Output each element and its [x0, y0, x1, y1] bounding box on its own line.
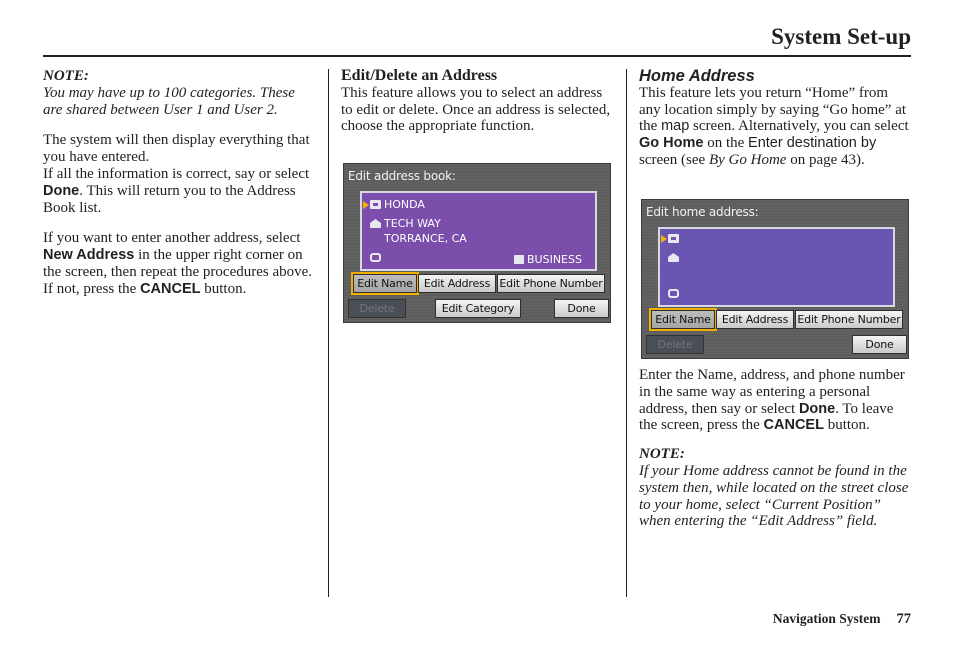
house-icon: [668, 253, 679, 262]
phone-row[interactable]: [370, 253, 384, 262]
edit-home-address-screen: Edit home address: Edit Name Edit Addres…: [641, 199, 909, 359]
done-button[interactable]: Done: [852, 335, 907, 354]
left-column: NOTE: You may have up to 100 categories.…: [43, 68, 315, 298]
name-card-icon: [370, 200, 381, 209]
map-term: map: [661, 118, 690, 135]
cancel-term: CANCEL: [763, 417, 824, 434]
middle-column: Edit/Delete an Address This feature allo…: [341, 67, 613, 135]
right-column: Home Address This feature lets you retur…: [639, 68, 911, 169]
edit-phone-number-button[interactable]: Edit Phone Number: [497, 274, 605, 293]
edit-address-button[interactable]: Edit Address: [418, 274, 496, 293]
paragraph: This feature allows you to select an add…: [341, 84, 611, 135]
note-title: NOTE:: [639, 446, 685, 463]
name-row[interactable]: [661, 234, 682, 243]
category-icon: [514, 255, 524, 264]
paragraph: If all the information is correct, say o…: [43, 165, 310, 216]
note-text: You may have up to 100 categories. These…: [43, 84, 295, 118]
screen-title: Edit home address:: [646, 205, 759, 219]
right-column-lower: Enter the Name, address, and phone numbe…: [639, 367, 911, 530]
edit-phone-number-button[interactable]: Edit Phone Number: [795, 310, 903, 329]
edit-address-book-screen: Edit address book: HONDA TECH WAY TORRAN…: [343, 163, 611, 323]
column-divider: [626, 69, 627, 597]
address-row[interactable]: TECH WAY: [370, 217, 441, 230]
done-button[interactable]: Done: [554, 299, 609, 318]
category-row: BUSINESS: [514, 253, 582, 266]
section-heading: Edit/Delete an Address: [341, 67, 498, 84]
page-title: System Set-up: [771, 24, 911, 49]
note-text: If your Home address cannot be found in …: [639, 462, 909, 530]
pointer-icon: [661, 234, 667, 243]
cancel-term: CANCEL: [140, 280, 201, 297]
address-row[interactable]: [668, 253, 682, 262]
footer: Navigation System 77: [773, 611, 911, 628]
enter-destination-term: Enter destination by: [748, 135, 877, 152]
phone-row[interactable]: [668, 289, 682, 298]
address-panel: HONDA TECH WAY TORRANCE, CA BUSINESS: [360, 191, 597, 271]
paragraph: The system will then display everything …: [43, 132, 310, 166]
edit-category-button[interactable]: Edit Category: [435, 299, 521, 318]
done-term: Done: [798, 400, 836, 417]
header-rule: [43, 55, 911, 57]
address-panel: [658, 227, 895, 307]
page-number: 77: [896, 611, 912, 627]
delete-button[interactable]: Delete: [348, 299, 406, 318]
edit-address-button[interactable]: Edit Address: [716, 310, 794, 329]
note-title: NOTE:: [43, 68, 89, 84]
phone-icon: [668, 289, 679, 298]
phone-icon: [370, 253, 381, 262]
paragraph: Enter the Name, address, and phone numbe…: [639, 367, 905, 434]
screen-title: Edit address book:: [348, 169, 456, 183]
pointer-icon: [363, 200, 369, 209]
name-row[interactable]: HONDA: [363, 198, 425, 211]
address-row-2: TORRANCE, CA: [384, 232, 467, 245]
edit-name-button[interactable]: Edit Name: [351, 272, 419, 295]
go-home-term: Go Home: [639, 135, 704, 152]
delete-button[interactable]: Delete: [646, 335, 704, 354]
paragraph: If you want to enter another address, se…: [43, 230, 313, 297]
name-card-icon: [668, 234, 679, 243]
house-icon: [370, 219, 381, 228]
edit-name-button[interactable]: Edit Name: [649, 308, 717, 331]
new-address-term: New Address: [43, 247, 135, 264]
page-reference: By Go Home: [708, 151, 787, 168]
paragraph: This feature lets you return “Home” from…: [639, 84, 909, 168]
section-heading: Home Address: [639, 67, 755, 85]
done-term: Done: [43, 182, 80, 199]
column-divider: [328, 69, 329, 597]
footer-section: Navigation System: [772, 611, 881, 626]
